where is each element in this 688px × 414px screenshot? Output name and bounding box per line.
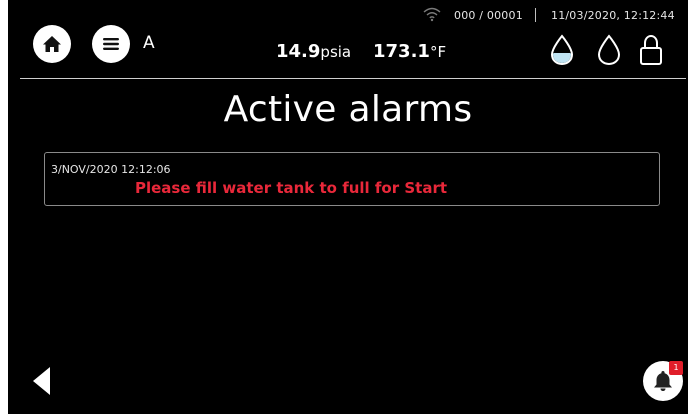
home-button[interactable] <box>33 25 71 63</box>
current-datetime: 11/03/2020, 12:12:44 <box>551 9 675 22</box>
alarm-bell-button[interactable]: 1 <box>643 361 683 401</box>
pressure-unit: psia <box>320 43 352 61</box>
wifi-icon <box>423 7 441 22</box>
pressure-value: 14.9 <box>276 41 321 62</box>
alarm-list: 3/NOV/2020 12:12:06 Please fill water ta… <box>44 152 660 206</box>
user-level-indicator: A <box>143 33 155 53</box>
temperature-reading: 173.1°F <box>373 41 446 62</box>
temperature-value: 173.1 <box>373 41 430 62</box>
header-divider <box>20 78 686 79</box>
water-drop-full-icon <box>550 34 574 66</box>
back-arrow-icon[interactable] <box>28 364 58 398</box>
water-drop-empty-icon <box>597 34 621 66</box>
alarm-count-badge: 1 <box>669 361 683 375</box>
lock-icon <box>640 34 662 65</box>
temperature-unit: °F <box>429 43 447 61</box>
alarm-message: Please fill water tank to full for Start <box>135 179 448 197</box>
status-divider <box>535 8 536 22</box>
menu-icon <box>103 38 119 50</box>
menu-button[interactable] <box>92 25 130 63</box>
batch-counter: 000 / 00001 <box>454 9 523 22</box>
alarm-timestamp: 3/NOV/2020 12:12:06 <box>51 163 171 176</box>
home-icon <box>43 36 61 52</box>
pressure-reading: 14.9psia <box>276 41 351 62</box>
alarm-item[interactable]: 3/NOV/2020 12:12:06 Please fill water ta… <box>44 152 660 206</box>
page-title: Active alarms <box>223 89 473 130</box>
hmi-screen: 000 / 00001 11/03/2020, 12:12:44 A 14.9p… <box>8 0 688 414</box>
